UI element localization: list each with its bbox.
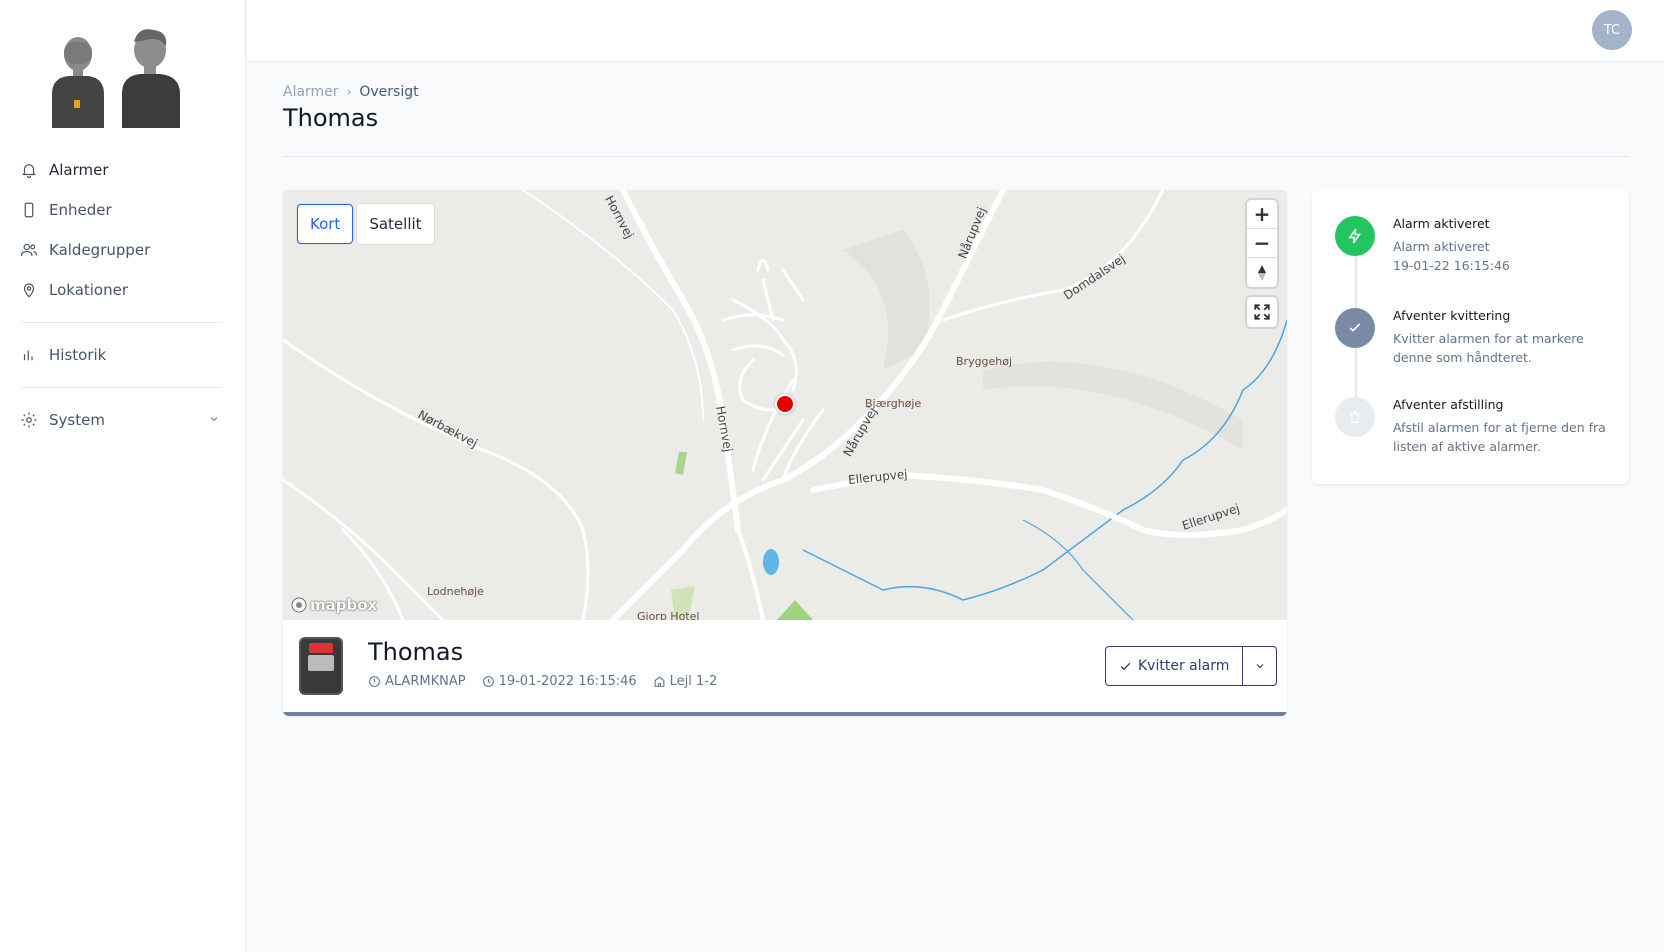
trash-icon bbox=[1335, 397, 1375, 437]
chevron-right-icon: › bbox=[346, 85, 352, 99]
clock-icon bbox=[482, 676, 494, 687]
alarm-meta: ALARMKNAP 19-01-2022 16:15:46 Lejl 1-2 bbox=[368, 674, 717, 689]
bar-chart-icon bbox=[20, 346, 38, 364]
alarm-timeline: Alarm aktiveret Alarm aktiveret 19-01-22… bbox=[1312, 190, 1629, 484]
fullscreen-icon bbox=[1254, 304, 1270, 320]
sidebar-divider bbox=[22, 322, 222, 323]
sidebar-item-system[interactable]: System bbox=[0, 400, 246, 440]
breadcrumb-current[interactable]: Oversigt bbox=[359, 84, 418, 100]
staff-illustration bbox=[52, 29, 180, 128]
zoom-out-button[interactable]: − bbox=[1247, 229, 1277, 258]
location-pin-icon bbox=[20, 281, 38, 299]
acknowledge-alarm-button[interactable]: Kvitter alarm bbox=[1106, 647, 1244, 685]
map-style-toggle: Kort Satellit bbox=[297, 204, 434, 244]
chevron-down-icon bbox=[1256, 664, 1264, 669]
timeline-desc: Alarm aktiveret bbox=[1393, 239, 1490, 254]
sidebar-item-alarmer[interactable]: Alarmer bbox=[0, 150, 246, 190]
alarm-device-name: Thomas bbox=[368, 638, 464, 666]
chevron-down-icon bbox=[208, 411, 220, 429]
gear-icon bbox=[20, 411, 38, 429]
timeline-desc: Kvitter alarmen for at markere denne som… bbox=[1393, 331, 1584, 365]
map-label: Gjorp Hotel bbox=[637, 610, 700, 620]
fullscreen-button[interactable] bbox=[1247, 297, 1277, 327]
timeline-time: 19-01-22 16:15:46 bbox=[1393, 258, 1510, 273]
users-icon bbox=[20, 241, 38, 259]
alarm-type: ALARMKNAP bbox=[385, 674, 466, 689]
mapbox-attribution: mapbox bbox=[310, 596, 378, 614]
mapbox-logo[interactable]: mapbox bbox=[291, 596, 377, 614]
map-view-button[interactable]: Kort bbox=[297, 204, 354, 244]
alert-circle-icon bbox=[369, 676, 380, 687]
compass-icon bbox=[1258, 264, 1266, 281]
breadcrumb-root[interactable]: Alarmer bbox=[283, 84, 339, 100]
sidebar-item-label: Kaldegrupper bbox=[49, 241, 151, 259]
acknowledge-alarm-label: Kvitter alarm bbox=[1138, 658, 1230, 674]
page-title: Thomas bbox=[283, 104, 379, 132]
check-icon bbox=[1120, 662, 1131, 670]
zoom-controls: + − bbox=[1247, 200, 1277, 287]
sidebar-item-lokationer[interactable]: Lokationer bbox=[0, 270, 246, 310]
timeline-title: Afventer kvittering bbox=[1393, 308, 1511, 323]
title-divider bbox=[283, 156, 1629, 157]
map-label: Bjærghøje bbox=[865, 397, 922, 410]
sidebar-item-kaldegrupper[interactable]: Kaldegrupper bbox=[0, 230, 246, 270]
map-label: Lodnehøje bbox=[427, 585, 484, 598]
sidebar-nav: Alarmer Enheder Kaldegrupper Lokationer bbox=[0, 150, 246, 440]
sidebar-item-label: Lokationer bbox=[49, 281, 129, 299]
alarm-location-marker[interactable] bbox=[775, 394, 795, 414]
sidebar-item-label: System bbox=[49, 411, 105, 429]
topbar: TC bbox=[247, 0, 1664, 62]
acknowledge-dropdown-button[interactable] bbox=[1243, 647, 1276, 685]
map[interactable]: Hornvej Hornvej Nårupvej Nårupvej Domdal… bbox=[283, 190, 1287, 620]
alarm-location: Lejl 1-2 bbox=[669, 674, 718, 689]
timeline-title: Alarm aktiveret bbox=[1393, 216, 1490, 231]
check-icon bbox=[1335, 308, 1375, 348]
sidebar-item-label: Enheder bbox=[49, 201, 112, 219]
card-status-bar bbox=[283, 712, 1287, 716]
alarm-time: 19-01-2022 16:15:46 bbox=[498, 674, 637, 689]
alarm-button-device-image bbox=[299, 637, 343, 695]
map-label: Bryggehøj bbox=[956, 355, 1013, 368]
alarm-card: Hornvej Hornvej Nårupvej Nårupvej Domdal… bbox=[283, 190, 1287, 716]
sidebar-item-historik[interactable]: Historik bbox=[0, 335, 246, 375]
lightning-icon bbox=[1335, 216, 1375, 256]
sidebar-item-label: Historik bbox=[49, 346, 107, 364]
device-icon bbox=[20, 201, 38, 219]
sidebar: Alarmer Enheder Kaldegrupper Lokationer bbox=[0, 0, 246, 952]
timeline-desc: Afstil alarmen for at fjerne den fra lis… bbox=[1393, 420, 1606, 454]
building-icon bbox=[654, 676, 665, 687]
breadcrumb: Alarmer › Oversigt bbox=[283, 84, 419, 100]
sidebar-item-label: Alarmer bbox=[49, 161, 109, 179]
satellite-view-button[interactable]: Satellit bbox=[357, 204, 434, 244]
zoom-in-button[interactable]: + bbox=[1247, 200, 1277, 229]
timeline-title: Afventer afstilling bbox=[1393, 397, 1504, 412]
bell-icon bbox=[20, 161, 38, 179]
mapbox-icon bbox=[291, 597, 307, 613]
acknowledge-button-group: Kvitter alarm bbox=[1105, 646, 1278, 686]
user-avatar[interactable]: TC bbox=[1592, 10, 1632, 50]
sidebar-item-enheder[interactable]: Enheder bbox=[0, 190, 246, 230]
sidebar-divider bbox=[22, 387, 222, 388]
compass-button[interactable] bbox=[1247, 258, 1277, 287]
